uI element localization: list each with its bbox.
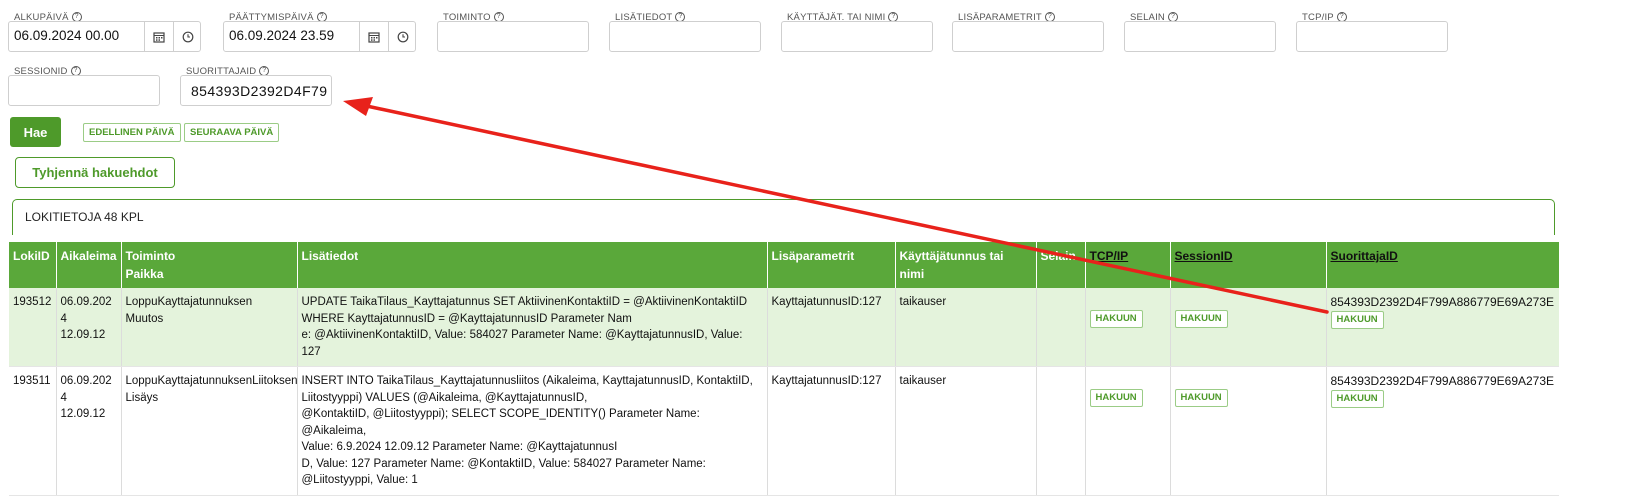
col-toiminto-label: Toiminto [125, 249, 176, 263]
lisaparametrit-field: LISÄPARAMETRIT? [952, 12, 1104, 54]
col-lisatiedot: Lisätiedot [297, 242, 768, 288]
cell-paikka-text: Lisäys [125, 391, 159, 404]
lisatiedot-line: UPDATE TaikaTilaus_Kayttajatunnus SET Ak… [301, 296, 748, 308]
table-row: 193511 06.09.2024 12.09.12 LoppuKayttajat… [9, 366, 1559, 496]
hakuun-button[interactable]: HAKUUN [1174, 389, 1228, 407]
cell-suorittajaid: 854393D2392D4F799A886779E69A273E HAKUUN [1326, 366, 1559, 496]
cell-lisaparametrit: KayttajatunnusID:127 [767, 366, 896, 496]
col-toiminto: Toiminto Paikka [121, 242, 298, 288]
cell-aikaleima: 06.09.2024 12.09.12 [56, 366, 122, 496]
toiminto-field: TOIMINTO? [437, 12, 589, 54]
alkupaiva-input[interactable]: 06.09.2024 00.00 [8, 21, 201, 52]
lisatiedot-input[interactable] [609, 21, 761, 52]
cell-kayttajatunnus: taikauser [895, 366, 1037, 496]
col-sessionid[interactable]: SessionID [1170, 242, 1327, 288]
lisaparametrit-input[interactable] [952, 21, 1104, 52]
suorittajaid-input[interactable]: 854393D2392D4F79 [180, 75, 332, 106]
paattymispaiva-value: 06.09.2024 23.59 [229, 28, 335, 43]
selain-field: SELAIN? [1124, 12, 1276, 54]
suorittajaid-value: 854393D2392D4F79 [191, 83, 328, 99]
next-day-button[interactable]: SEURAAVA PÄIVÄ [184, 123, 280, 142]
hakuun-button[interactable]: HAKUUN [1330, 389, 1384, 408]
cell-suorittajaid: 854393D2392D4F799A886779E69A273E HAKUUN [1326, 288, 1559, 367]
hakuun-button[interactable]: HAKUUN [1089, 389, 1143, 407]
lisatiedot-line: Value: 6.9.2024 12.09.12 Parameter Name:… [301, 441, 618, 453]
col-selain: Selain [1036, 242, 1086, 288]
cell-lisaparametrit: KayttajatunnusID:127 [767, 288, 896, 367]
cell-time: 12.09.12 [60, 408, 106, 420]
clock-icon[interactable] [388, 22, 417, 51]
cell-lisatiedot: UPDATE TaikaTilaus_Kayttajatunnus SET Ak… [297, 288, 768, 367]
suorittajaid-text: 854393D2392D4F799A886779E69A273E [1330, 295, 1555, 309]
cell-toiminto-text: LoppuKayttajatunnuksen [125, 296, 253, 308]
cell-date: 06.09.2024 [60, 375, 112, 404]
suorittajaid-text: 854393D2392D4F799A886779E69A273E [1330, 374, 1555, 388]
cell-tcpip: HAKUUN [1085, 288, 1171, 367]
search-button[interactable]: Hae [10, 117, 61, 147]
cell-toiminto-text: LoppuKayttajatunnuksenLiitoksen [125, 375, 298, 387]
sort-suorittajaid-link[interactable]: SuorittajaID [1331, 249, 1398, 263]
cell-selain [1036, 366, 1086, 496]
cell-lokiid: 193511 [9, 366, 57, 496]
sort-sessionid-link[interactable]: SessionID [1175, 249, 1233, 263]
cell-time: 12.09.12 [60, 329, 106, 341]
lisatiedot-line: WHERE KayttajatunnusID = @Kayttajatunnus… [301, 312, 632, 325]
col-aikaleima: Aikaleima [56, 242, 122, 288]
previous-day-button[interactable]: EDELLINEN PÄIVÄ [83, 123, 181, 142]
lisatiedot-line: @KontaktiID, @Liitostyyppi); SELECT SCOP… [301, 408, 700, 437]
cell-sessionid: HAKUUN [1170, 366, 1327, 496]
cell-toiminto: LoppuKayttajatunnuksen Muutos [121, 288, 298, 367]
lisatiedot-line: e: @AktiivinenKontaktiID, Value: 584027 … [301, 329, 743, 358]
table-header-row: LokiID Aikaleima Toiminto Paikka Lisätied… [9, 242, 1559, 288]
cell-selain [1036, 288, 1086, 367]
cell-date: 06.09.2024 [60, 296, 112, 325]
col-tcpip[interactable]: TCP/IP [1085, 242, 1171, 288]
cell-lokiid: 193512 [9, 288, 57, 367]
lisatiedot-field: LISÄTIEDOT? [609, 12, 761, 54]
selain-input[interactable] [1124, 21, 1276, 52]
lisatiedot-line: INSERT INTO TaikaTilaus_Kayttajatunnusli… [301, 375, 753, 387]
table-row: 193512 06.09.2024 12.09.12 LoppuKayttajat… [9, 288, 1559, 367]
cell-tcpip: HAKUUN [1085, 366, 1171, 496]
lisatiedot-line: Liitostyyppi) VALUES (@Aikaleima, @Kaytt… [301, 391, 588, 404]
results-panel: LOKITIETOJA 48 KPL [12, 199, 1555, 235]
col-paikka-label: Paikka [125, 267, 164, 281]
hakuun-button[interactable]: HAKUUN [1330, 310, 1384, 329]
tcpip-input[interactable] [1296, 21, 1448, 52]
sessionid-input[interactable] [8, 75, 160, 106]
alkupaiva-value: 06.09.2024 00.00 [14, 28, 120, 43]
col-kayttajatunnus: Käyttäjätunnus tai nimi [895, 242, 1037, 288]
col-suorittajaid[interactable]: SuorittajaID [1326, 242, 1559, 288]
clock-icon[interactable] [173, 22, 202, 51]
cell-lisatiedot: INSERT INTO TaikaTilaus_Kayttajatunnusli… [297, 366, 768, 496]
col-lisaparametrit: Lisäparametrit [767, 242, 896, 288]
suorittajaid-field: SUORITTAJAID? 854393D2392D4F79 [180, 66, 332, 108]
cell-paikka-text: Muutos [125, 312, 164, 325]
calendar-icon[interactable] [359, 22, 388, 51]
sessionid-field: SESSIONID? [8, 66, 160, 108]
alkupaiva-field: ALKUPÄIVÄ? 06.09.2024 00.00 [8, 12, 201, 54]
toiminto-input[interactable] [437, 21, 589, 52]
hakuun-button[interactable]: HAKUUN [1174, 310, 1228, 328]
tcpip-field: TCP/IP? [1296, 12, 1448, 54]
cell-toiminto: LoppuKayttajatunnuksenLiitoksen Lisäys [121, 366, 298, 496]
calendar-icon[interactable] [144, 22, 173, 51]
hakuun-button[interactable]: HAKUUN [1089, 310, 1143, 328]
kayttajat-input[interactable] [781, 21, 933, 52]
results-count: LOKITIETOJA 48 KPL [25, 210, 144, 224]
kayttajat-field: KÄYTTÄJÄT. TAI NIMI? [781, 12, 933, 54]
cell-kayttajatunnus: taikauser [895, 288, 1037, 367]
paattymispaiva-field: PÄÄTTYMISPÄIVÄ? 06.09.2024 23.59 [223, 12, 416, 54]
lisatiedot-line: @Liitostyyppi, Value: 1 [301, 474, 418, 486]
paattymispaiva-input[interactable]: 06.09.2024 23.59 [223, 21, 416, 52]
log-table: LokiID Aikaleima Toiminto Paikka Lisätied… [9, 242, 1559, 496]
cell-sessionid: HAKUUN [1170, 288, 1327, 367]
cell-aikaleima: 06.09.2024 12.09.12 [56, 288, 122, 367]
sort-tcpip-link[interactable]: TCP/IP [1090, 249, 1129, 263]
lisatiedot-line: D, Value: 127 Parameter Name: @KontaktiI… [301, 457, 706, 470]
clear-filters-button[interactable]: Tyhjennä hakuehdot [15, 157, 175, 188]
col-lokiid: LokiID [9, 242, 57, 288]
